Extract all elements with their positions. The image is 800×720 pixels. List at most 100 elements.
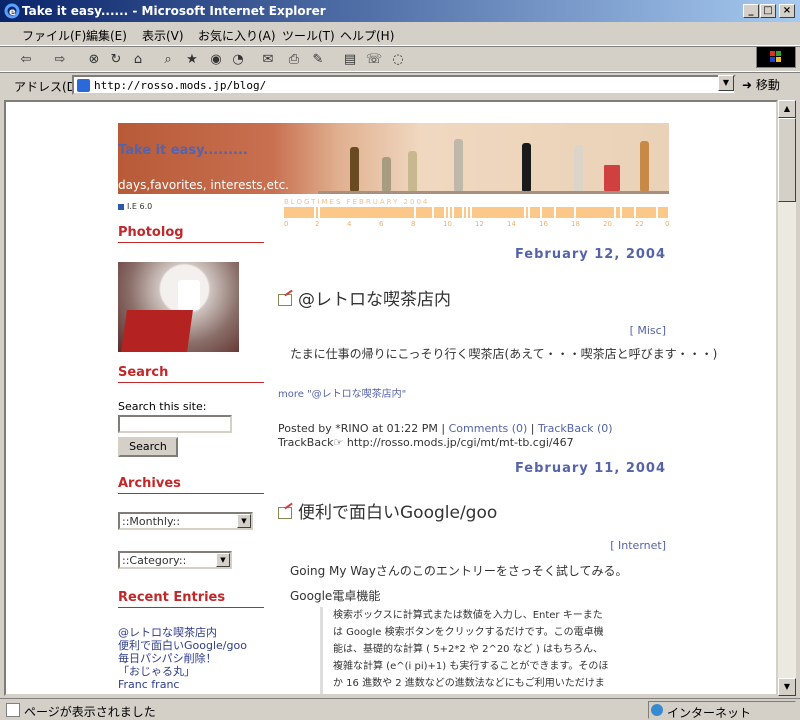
mail-icon[interactable]: ✉ — [258, 50, 278, 70]
blogtimes-tick: 0 — [284, 220, 289, 228]
page-viewport: Take it easy......... days,favorites, in… — [4, 100, 778, 696]
toolbar: ⇦ ⇨ ⊗ ↻ ⌂ ⌕ ★ ◉ ◔ ✉ ⎙ ✎ ▤ ☏ ◌ — [0, 46, 800, 72]
post-date: February 11, 2004 — [514, 461, 666, 476]
svg-text:e: e — [9, 7, 16, 18]
blog-description: days,favorites, interests,etc. — [118, 178, 289, 192]
messenger-icon[interactable]: ☏ — [364, 50, 384, 70]
vertical-scrollbar[interactable]: ▲ ▼ — [778, 100, 796, 696]
blogtimes-tick: 8 — [411, 220, 416, 228]
favorites-icon[interactable]: ★ — [182, 50, 202, 70]
blogtimes-tick: 18 — [571, 220, 580, 228]
blogtimes-tick: 10 — [443, 220, 452, 228]
minimize-button[interactable]: _ — [743, 4, 759, 18]
refresh-icon[interactable]: ↻ — [106, 50, 126, 70]
menu-edit[interactable]: 編集(E) — [86, 27, 127, 44]
stop-icon[interactable]: ⊗ — [84, 50, 104, 70]
blogtimes-tick: 16 — [539, 220, 548, 228]
blogtimes-tick: 0 — [665, 220, 670, 228]
photolog-heading: Photolog — [118, 225, 264, 243]
address-input[interactable]: http://rosso.mods.jp/blog/ — [72, 75, 736, 95]
status-text: ページが表示されました — [24, 705, 156, 719]
menu-bar: ファイル(F) 編集(E) 表示(V) お気に入り(A) ツール(T) ヘルプ(… — [0, 22, 800, 68]
blogtimes-tick: 6 — [379, 220, 384, 228]
blogtimes-tick: 12 — [475, 220, 484, 228]
menu-file[interactable]: ファイル(F) — [22, 27, 86, 44]
archives-heading: Archives — [118, 476, 264, 494]
close-button[interactable]: × — [779, 4, 795, 18]
search-label: Search this site: — [118, 400, 207, 413]
more-link[interactable]: more "@レトロな喫茶店内" — [278, 385, 406, 400]
scroll-down-icon[interactable]: ▼ — [778, 678, 796, 696]
address-label: アドレス(D) — [14, 80, 81, 94]
blogtimes-tick: 4 — [347, 220, 352, 228]
window-title: Take it easy...... - Microsoft Internet … — [22, 4, 326, 18]
blockquote: 検索ボックスに計算式または数値を入力し、Enter キーまたは Google 検… — [320, 607, 610, 694]
history-icon[interactable]: ◔ — [228, 50, 248, 70]
security-zone: インターネット — [648, 701, 796, 720]
menu-help[interactable]: ヘルプ(H) — [340, 27, 394, 44]
menu-tools[interactable]: ツール(T) — [282, 27, 335, 44]
blogtimes-tick: 2 — [315, 220, 320, 228]
address-dropdown-icon[interactable]: ▼ — [718, 75, 734, 91]
page-status-icon — [6, 703, 20, 717]
address-url: http://rosso.mods.jp/blog/ — [94, 79, 267, 92]
menu-view[interactable]: 表示(V) — [142, 27, 184, 44]
category-select[interactable]: ::Category:: ▼ — [118, 551, 232, 569]
recent-entry[interactable]: Franc franc — [118, 678, 278, 691]
ie-icon: e — [4, 3, 20, 19]
blogtimes-tick: 14 — [507, 220, 516, 228]
search-input[interactable] — [118, 415, 232, 433]
recent-entry[interactable]: @レトロな喫茶店内 — [118, 626, 278, 639]
post-date: February 12, 2004 — [514, 247, 666, 262]
edit-icon[interactable]: ✎ — [308, 50, 328, 70]
post-body: Going My Wayさんのこのエントリーをさっそく試してみる。 — [290, 564, 628, 578]
blog-title[interactable]: Take it easy......... — [118, 143, 248, 158]
search-icon[interactable]: ⌕ — [158, 50, 178, 70]
post-title[interactable]: 便利で面白いGoogle/goo — [278, 498, 497, 523]
recent-entry[interactable]: 便利で面白いGoogle/goo — [118, 639, 278, 652]
recent-entry[interactable]: 毎日パシパシ削除！ — [118, 652, 278, 665]
post-category[interactable]: [ Misc] — [630, 324, 666, 337]
trackback-label: TrackBack — [278, 436, 334, 449]
research-icon[interactable]: ◌ — [388, 50, 408, 70]
chevron-down-icon: ▼ — [237, 514, 251, 528]
blogtimes-tick: 22 — [635, 220, 644, 228]
scroll-up-icon[interactable]: ▲ — [778, 100, 796, 118]
trackback-link[interactable]: TrackBack (0) — [538, 422, 613, 435]
discuss-icon[interactable]: ▤ — [340, 50, 360, 70]
scroll-thumb[interactable] — [778, 118, 796, 202]
post-category[interactable]: [ Internet] — [610, 539, 666, 552]
monthly-select[interactable]: ::Monthly:: ▼ — [118, 512, 253, 530]
post-footer: Posted by *RINO at 01:22 PM | Comments (… — [278, 422, 613, 449]
blogtimes-bar — [284, 207, 668, 218]
posted-by: Posted by *RINO at 01:22 PM — [278, 422, 438, 435]
blogtimes-label: BLOGTIMES FEBRUARY 2004 — [284, 198, 430, 206]
home-icon[interactable]: ⌂ — [128, 50, 148, 70]
address-bar: アドレス(D) http://rosso.mods.jp/blog/ ▼ ➜ 移… — [0, 72, 800, 96]
maximize-button[interactable]: □ — [760, 4, 776, 18]
status-bar: ページが表示されました インターネット — [0, 698, 800, 720]
pencil-note-icon — [278, 507, 292, 519]
print-icon[interactable]: ⎙ — [284, 50, 304, 70]
search-heading: Search — [118, 365, 264, 383]
browser-badge: I.E 6.0 — [118, 202, 152, 211]
recent-entry[interactable]: 「おじゃる丸」 — [118, 665, 278, 678]
recent-entries-heading: Recent Entries — [118, 590, 264, 608]
post-title[interactable]: @レトロな喫茶店内 — [278, 285, 451, 310]
go-button[interactable]: ➜ 移動 — [742, 76, 780, 93]
comments-link[interactable]: Comments (0) — [449, 422, 528, 435]
blog-banner: Take it easy......... days,favorites, in… — [118, 123, 669, 194]
search-button[interactable]: Search — [118, 437, 178, 457]
forward-icon[interactable]: ⇨ — [50, 50, 70, 70]
blogtimes-tick: 20 — [603, 220, 612, 228]
chevron-down-icon: ▼ — [216, 553, 230, 567]
post-body: たまに仕事の帰りにこっそり行く喫茶店(あえて・・・喫茶店と呼びます・・・) — [290, 347, 718, 361]
media-icon[interactable]: ◉ — [206, 50, 226, 70]
page-icon — [77, 79, 90, 92]
trackback-url: http://rosso.mods.jp/cgi/mt/mt-tb.cgi/46… — [346, 436, 574, 449]
pencil-note-icon — [278, 294, 292, 306]
blogtimes-ticks: 0 2 4 6 8 10 12 14 16 18 20 22 0 — [284, 220, 674, 229]
photolog-image[interactable] — [118, 262, 239, 352]
back-icon[interactable]: ⇦ — [16, 50, 36, 70]
menu-favorites[interactable]: お気に入り(A) — [198, 27, 276, 44]
